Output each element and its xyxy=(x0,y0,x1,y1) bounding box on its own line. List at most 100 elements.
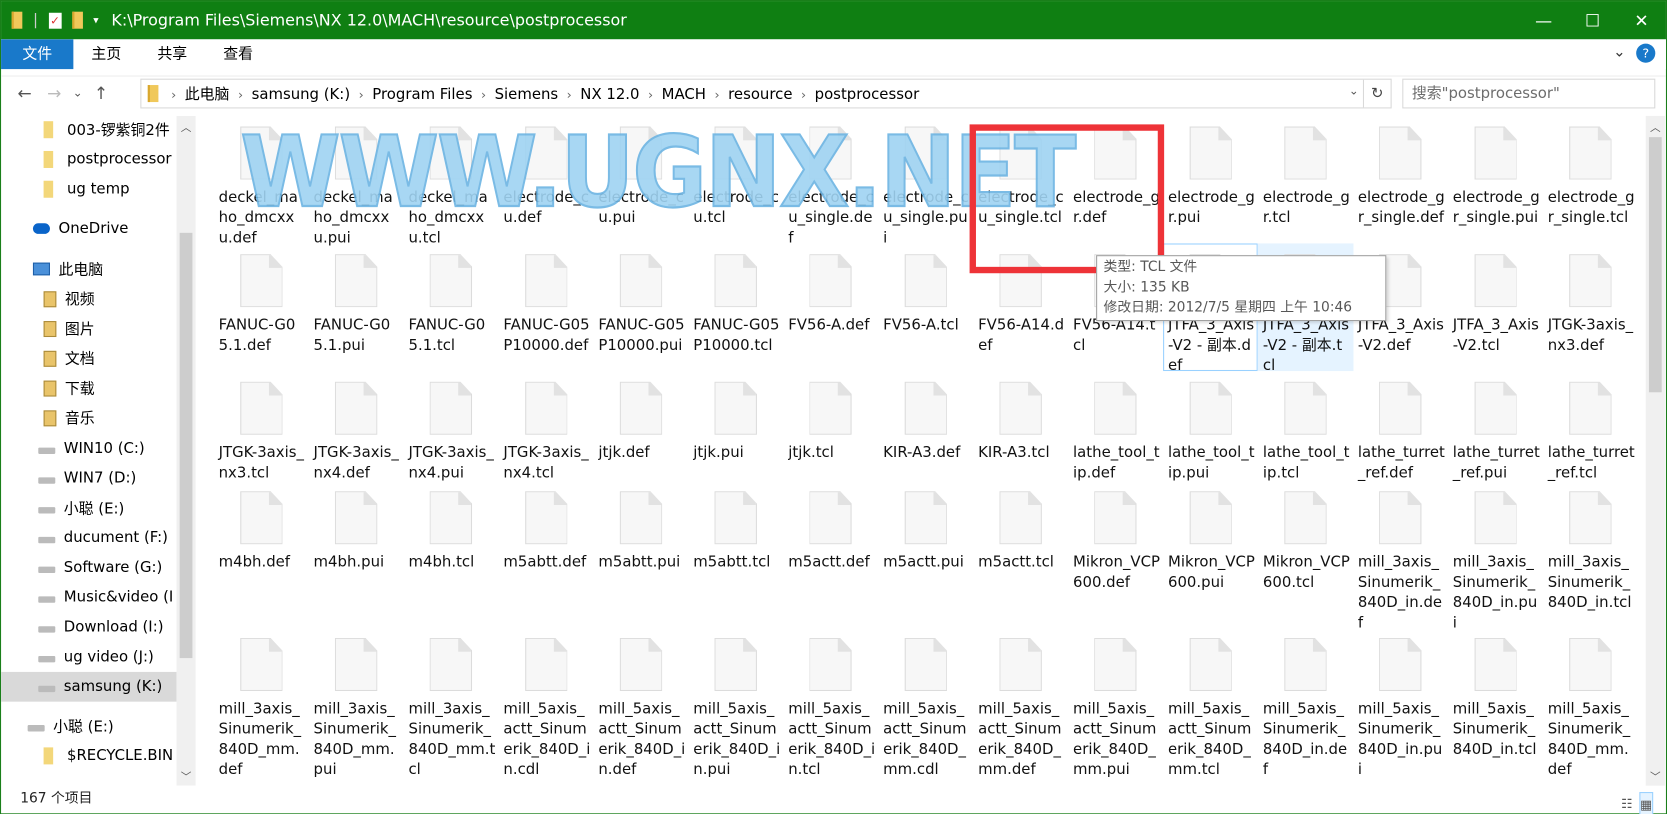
scroll-down-icon[interactable]: ﹀ xyxy=(1646,768,1665,784)
file-item[interactable]: FV56-A.tcl xyxy=(878,243,973,371)
file-item[interactable]: electrode_gr.tcl xyxy=(1258,116,1353,244)
file-item[interactable]: m5abtt.tcl xyxy=(688,481,783,628)
file-item[interactable]: m5actt.def xyxy=(783,481,878,628)
sidebar-item[interactable]: ug video (J:) xyxy=(1,642,176,672)
file-item[interactable]: electrode_cu.tcl xyxy=(688,116,783,244)
file-item[interactable]: lathe_turret_ref.def xyxy=(1353,371,1448,482)
file-item[interactable]: jtjk.tcl xyxy=(783,371,878,481)
up-button[interactable]: ↑ xyxy=(86,83,116,103)
sidebar-scrollbar[interactable]: ︿ ﹀ xyxy=(176,115,196,786)
file-item[interactable]: mill_5axis_actt_Sinumerik_840D_in.def xyxy=(593,627,688,778)
file-item[interactable]: JTGK-3axis_nx4.pui xyxy=(404,371,499,482)
file-item[interactable]: deckel_maho_dmcxxu.def xyxy=(214,116,309,247)
tab-view[interactable]: 查看 xyxy=(205,39,271,69)
breadcrumb-item[interactable]: Siemens xyxy=(495,86,559,103)
sidebar-item[interactable]: $RECYCLE.BIN xyxy=(1,741,176,771)
scroll-up-icon[interactable]: ︿ xyxy=(1646,118,1665,134)
sidebar-item[interactable]: WIN7 (D:) xyxy=(1,464,176,494)
file-item[interactable]: KIR-A3.def xyxy=(878,371,973,481)
file-item[interactable]: mill_3axis_Sinumerik_840D_in.tcl xyxy=(1543,481,1638,628)
file-item[interactable]: jtjk.def xyxy=(593,371,688,481)
file-item[interactable]: mill_5axis_actt_Sinumerik_840D_in.pui xyxy=(688,627,783,778)
sidebar-item[interactable]: 视频 xyxy=(1,284,176,314)
file-item[interactable]: mill_5axis_actt_Sinumerik_840D_in.tcl xyxy=(783,627,878,778)
file-item[interactable]: m5abtt.def xyxy=(498,481,593,628)
file-item[interactable]: electrode_cu_single.pui xyxy=(878,116,973,247)
help-icon[interactable]: ? xyxy=(1636,43,1656,63)
file-item[interactable]: JTGK-3axis_nx4.def xyxy=(309,371,404,482)
tab-share[interactable]: 共享 xyxy=(139,39,205,69)
file-item[interactable]: FANUC-G05P10000.pui xyxy=(593,243,688,371)
sidebar-item[interactable]: samsung (K:) xyxy=(1,671,177,702)
file-item[interactable]: m4bh.tcl xyxy=(404,481,499,628)
address-bar[interactable]: › 此电脑 › samsung (K:) › Program Files › Siemens ›… xyxy=(140,78,1392,109)
file-item[interactable]: FANUC-G05.1.def xyxy=(214,243,309,371)
sidebar-item[interactable]: 图片 xyxy=(1,314,176,344)
file-item[interactable]: KIR-A3.tcl xyxy=(973,371,1068,481)
file-item[interactable]: electrode_gr_single.pui xyxy=(1448,116,1543,244)
file-item[interactable]: electrode_gr.pui xyxy=(1163,116,1258,244)
file-item[interactable]: lathe_turret_ref.tcl xyxy=(1543,371,1638,482)
minimize-button[interactable]: — xyxy=(1519,1,1568,39)
breadcrumb-separator-icon[interactable]: › xyxy=(171,87,176,102)
file-item[interactable]: m5actt.pui xyxy=(878,481,973,628)
refresh-button[interactable]: ↻ xyxy=(1362,79,1391,108)
file-item[interactable]: m4bh.pui xyxy=(309,481,404,628)
expand-ribbon-icon[interactable]: ⌄ xyxy=(1613,44,1625,63)
forward-button[interactable]: → xyxy=(39,83,69,103)
breadcrumb-item[interactable]: Program Files xyxy=(372,86,472,103)
file-item[interactable]: mill_3axis_Sinumerik_840D_mm.tcl xyxy=(404,627,499,778)
file-item[interactable]: FANUC-G05.1.tcl xyxy=(404,243,499,371)
breadcrumb-separator-icon[interactable]: › xyxy=(567,87,572,102)
file-item[interactable]: electrode_cu.def xyxy=(498,116,593,244)
scrollbar-thumb[interactable] xyxy=(1648,137,1662,393)
file-item[interactable]: mill_5axis_actt_Sinumerik_840D_mm.tcl xyxy=(1163,627,1258,778)
customize-toolbar-icon[interactable]: ▾ xyxy=(93,14,98,26)
file-item[interactable]: mill_3axis_Sinumerik_840D_mm.pui xyxy=(309,627,404,778)
file-item[interactable]: mill_3axis_Sinumerik_840D_in.pui xyxy=(1448,481,1543,632)
file-item[interactable]: electrode_gr_single.tcl xyxy=(1543,116,1638,244)
tab-home[interactable]: 主页 xyxy=(73,39,139,69)
file-item[interactable]: mill_5axis_actt_Sinumerik_840D_mm.def xyxy=(973,627,1068,778)
new-folder-icon[interactable] xyxy=(71,11,83,29)
file-item[interactable]: Mikron_VCP600.def xyxy=(1068,481,1163,628)
scroll-up-icon[interactable]: ︿ xyxy=(176,118,195,134)
properties-icon[interactable]: ✓ xyxy=(48,12,62,29)
details-view-button[interactable]: ☷ xyxy=(1621,792,1632,814)
sidebar-item[interactable]: WIN10 (C:) xyxy=(1,434,176,464)
recent-locations-button[interactable]: ⌄ xyxy=(69,86,86,100)
sidebar-item[interactable]: 小聪 (E:) xyxy=(1,711,176,741)
file-item[interactable]: FANUC-G05P10000.tcl xyxy=(688,243,783,371)
sidebar-item[interactable]: 下载 xyxy=(1,373,176,403)
file-item[interactable]: deckel_maho_dmcxxu.tcl xyxy=(404,116,499,247)
large-icons-view-button[interactable]: ▦ xyxy=(1638,792,1654,814)
tab-file[interactable]: 文件 xyxy=(1,39,74,70)
file-item[interactable]: mill_5axis_Sinumerik_840D_mm.def xyxy=(1543,627,1638,778)
file-item[interactable]: mill_5axis_actt_Sinumerik_840D_mm.cdl xyxy=(878,627,973,778)
file-item[interactable]: m5abtt.pui xyxy=(593,481,688,628)
breadcrumb-separator-icon[interactable]: › xyxy=(481,87,486,102)
breadcrumb-separator-icon[interactable]: › xyxy=(801,87,806,102)
file-item[interactable]: mill_5axis_Sinumerik_840D_in.def xyxy=(1258,627,1353,778)
file-item[interactable]: electrode_cu.pui xyxy=(593,116,688,244)
breadcrumb-item[interactable]: samsung (K:) xyxy=(252,86,351,103)
sidebar-item[interactable]: Software (G:) xyxy=(1,553,176,583)
sidebar-item[interactable]: 文档 xyxy=(1,343,176,373)
file-item[interactable]: electrode_gr_single.def xyxy=(1353,116,1448,244)
search-input[interactable]: 搜索"postprocessor" xyxy=(1402,78,1656,109)
file-item[interactable]: electrode_gr.def xyxy=(1068,116,1163,244)
file-item[interactable]: lathe_tool_tip.pui xyxy=(1163,371,1258,482)
file-item[interactable]: jtjk.pui xyxy=(688,371,783,481)
file-item[interactable]: FV56-A.def xyxy=(783,243,878,371)
sidebar-item[interactable]: ug temp xyxy=(1,174,176,204)
file-item[interactable]: FV56-A14.def xyxy=(973,243,1068,371)
sidebar-item[interactable]: Download (I:) xyxy=(1,612,176,642)
file-item[interactable]: lathe_tool_tip.tcl xyxy=(1258,371,1353,482)
sidebar-item[interactable]: 003-锣紫铜2件 xyxy=(1,116,176,145)
breadcrumb-separator-icon[interactable]: › xyxy=(238,87,243,102)
file-item[interactable]: Mikron_VCP600.pui xyxy=(1163,481,1258,628)
breadcrumb-separator-icon[interactable]: › xyxy=(359,87,364,102)
file-item[interactable]: JTGK-3axis_nx4.tcl xyxy=(498,371,593,482)
sidebar-item[interactable]: OneDrive xyxy=(1,214,176,244)
sidebar-item[interactable]: 此电脑 xyxy=(1,254,176,284)
